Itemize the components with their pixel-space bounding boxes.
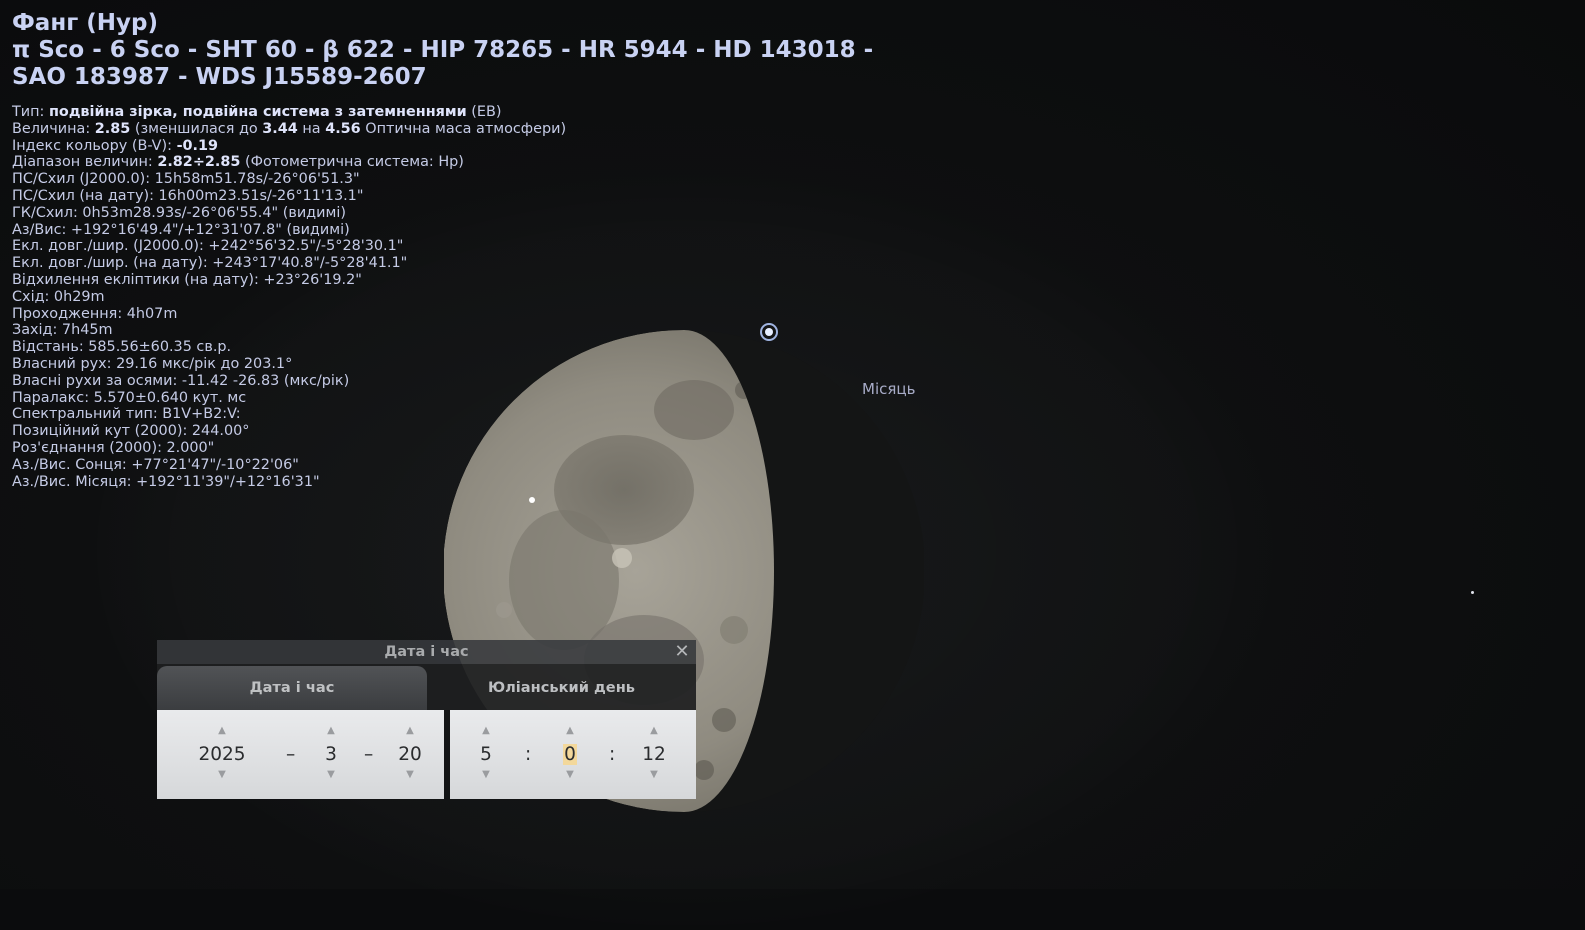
object-info-panel: Фанг (Нур) π Sco - 6 Sco - SHT 60 - β 62…: [12, 10, 892, 490]
info-type: Тип: подвійна зірка, подвійна система з …: [12, 104, 502, 120]
info-position-angle: Позиційний кут (2000): 244.00°: [12, 423, 250, 440]
second-spinbox[interactable]: ▲ 12 ▼: [637, 710, 671, 799]
info-ecl-date: Екл. довг./шир. (на дату): +243°17'40.8"…: [12, 255, 408, 272]
info-set: Захід: 7h45m: [12, 322, 113, 339]
object-details: Тип: подвійна зірка, подвійна система з …: [12, 104, 892, 490]
info-sun-azalt: Аз./Вис. Сонця: +77°21'47"/-10°22'06": [12, 456, 299, 473]
object-title: Фанг (Нур): [12, 10, 158, 36]
info-hadec: ГК/Схил: 0h53m28.93s/-26°06'55.4" (видим…: [12, 204, 346, 221]
minute-value[interactable]: 0: [555, 743, 585, 767]
second-up-arrow-icon[interactable]: ▲: [637, 726, 671, 736]
time-separator: :: [525, 744, 532, 765]
info-obliquity: Відхилення екліптики (на дату): +23°26'1…: [12, 271, 362, 288]
info-azalt: Аз/Вис: +192°16'49.4"/+12°31'07.8" (види…: [12, 221, 350, 238]
second-down-arrow-icon[interactable]: ▼: [637, 770, 671, 780]
year-spinbox[interactable]: ▲ 2025 ▼: [187, 710, 257, 799]
minute-selected-text[interactable]: 0: [563, 744, 577, 765]
hour-value[interactable]: 5: [471, 743, 501, 767]
year-value[interactable]: 2025: [187, 743, 257, 767]
month-down-arrow-icon[interactable]: ▼: [316, 770, 346, 780]
info-mag-range: Діапазон величин: 2.82÷2.85 (Фотометричн…: [12, 154, 464, 171]
info-transit: Проходження: 4h07m: [12, 305, 178, 322]
close-icon[interactable]: ✕: [672, 641, 692, 663]
dialog-tabs: Дата і час Юліанський день: [157, 664, 696, 710]
day-spinbox[interactable]: ▲ 20 ▼: [393, 710, 427, 799]
date-time-dialog: Дата і час ✕ Дата і час Юліанський день …: [157, 640, 696, 799]
info-radec-j2000: ПС/Схил (J2000.0): 15h58m51.78s/-26°06'5…: [12, 171, 360, 188]
info-moon-azalt: Аз./Вис. Місяця: +192°11'39"/+12°16'31": [12, 473, 320, 490]
info-ecl-j2000: Екл. довг./шир. (J2000.0): +242°56'32.5"…: [12, 238, 404, 255]
star-dot[interactable]: [1471, 591, 1474, 594]
tab-julian-day[interactable]: Юліанський день: [427, 666, 696, 710]
info-magnitude: Величина: 2.85 (зменшилася до 3.44 на 4.…: [12, 120, 567, 137]
info-radec-date: ПС/Схил (на дату): 16h00m23.51s/-26°11'1…: [12, 187, 364, 204]
month-value[interactable]: 3: [316, 743, 346, 767]
date-panel: ▲ 2025 ▼ – ▲ 3 ▼ – ▲ 20 ▼: [157, 710, 444, 799]
hour-up-arrow-icon[interactable]: ▲: [471, 726, 501, 736]
day-up-arrow-icon[interactable]: ▲: [393, 726, 427, 736]
info-spectral-type: Спектральний тип: B1V+B2:V:: [12, 406, 241, 423]
dialog-title-bar[interactable]: Дата і час: [157, 640, 696, 664]
month-spinbox[interactable]: ▲ 3 ▼: [316, 710, 346, 799]
month-up-arrow-icon[interactable]: ▲: [316, 726, 346, 736]
object-designations: π Sco - 6 Sco - SHT 60 - β 622 - HIP 782…: [12, 37, 874, 90]
info-rise: Схід: 0h29m: [12, 288, 105, 305]
hour-spinbox[interactable]: ▲ 5 ▼: [471, 710, 501, 799]
info-color-index: Індекс кольору (B-V): -0.19: [12, 137, 219, 154]
minute-up-arrow-icon[interactable]: ▲: [555, 726, 585, 736]
date-separator: –: [286, 744, 296, 765]
info-separation: Роз'єднання (2000): 2.000": [12, 439, 215, 456]
time-separator: :: [609, 744, 616, 765]
tab-date-time[interactable]: Дата і час: [157, 666, 427, 710]
year-up-arrow-icon[interactable]: ▲: [187, 726, 257, 736]
date-separator: –: [364, 744, 374, 765]
dialog-title: Дата і час: [384, 644, 469, 660]
info-distance: Відстань: 585.56±60.35 св.р.: [12, 339, 232, 356]
day-value[interactable]: 20: [393, 743, 427, 767]
minute-spinbox[interactable]: ▲ 0 ▼: [555, 710, 585, 799]
hour-down-arrow-icon[interactable]: ▼: [471, 770, 501, 780]
second-value[interactable]: 12: [637, 743, 671, 767]
minute-down-arrow-icon[interactable]: ▼: [555, 770, 585, 780]
info-proper-motion-axes: Власні рухи за осями: -11.42 -26.83 (мкс…: [12, 372, 350, 389]
time-panel: ▲ 5 ▼ : ▲ 0 ▼ : ▲ 12 ▼: [450, 710, 696, 799]
info-proper-motion: Власний рух: 29.16 мкс/рік до 203.1°: [12, 355, 293, 372]
info-parallax: Паралакс: 5.570±0.640 кут. мс: [12, 389, 247, 406]
day-down-arrow-icon[interactable]: ▼: [393, 770, 427, 780]
year-down-arrow-icon[interactable]: ▼: [187, 770, 257, 780]
